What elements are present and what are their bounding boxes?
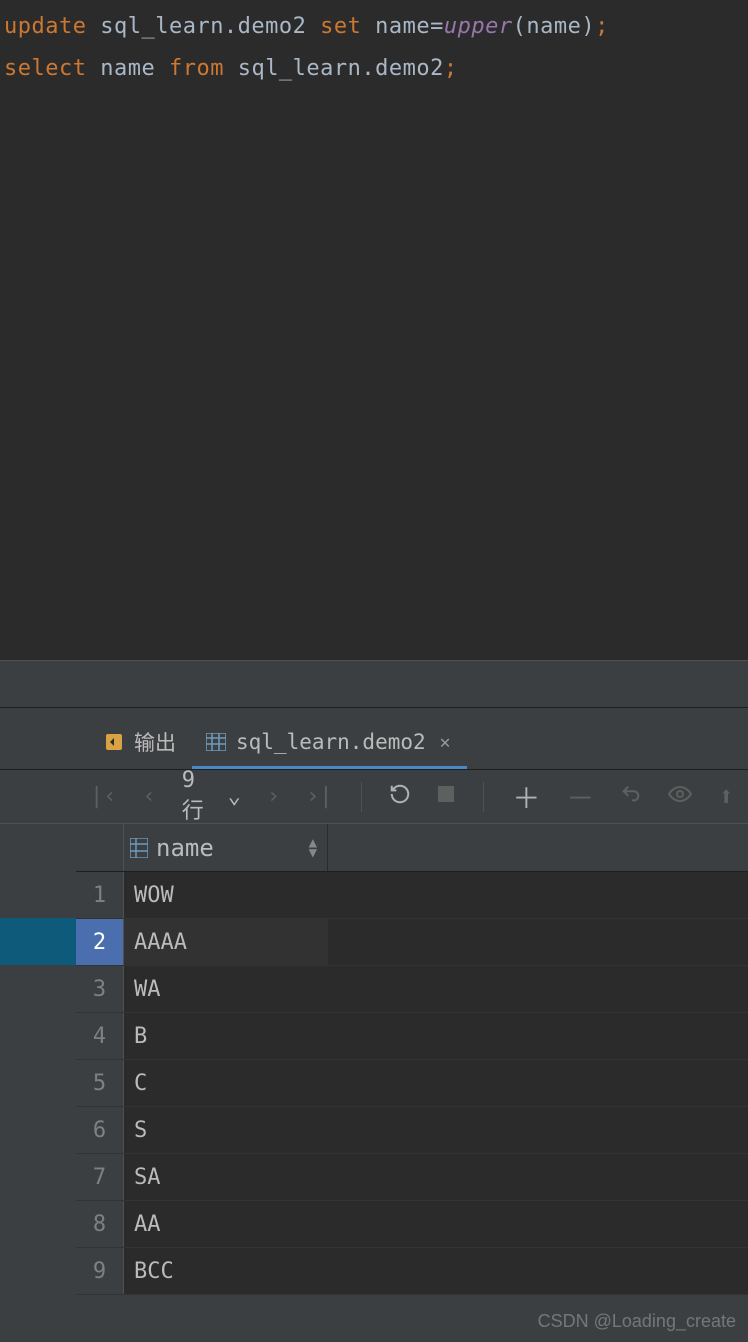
output-icon	[104, 732, 124, 752]
next-page-icon[interactable]: ›	[267, 784, 280, 809]
column-header-name[interactable]: name ▲▼	[124, 824, 328, 871]
data-grid: name ▲▼ 1WOW2AAAA3WA4B5C6S7SA8AA9BCC	[76, 824, 748, 1295]
table-row[interactable]: 9BCC	[76, 1248, 748, 1295]
result-toolbar: |‹ ‹ 9 行 ⌄ › ›| ＋ － ⬆	[76, 770, 748, 824]
close-icon[interactable]: ✕	[440, 732, 451, 753]
tab-output-label: 输出	[134, 727, 176, 757]
grid-body: 1WOW2AAAA3WA4B5C6S7SA8AA9BCC	[76, 872, 748, 1295]
code-line-1[interactable]: update sql_learn.demo2 set name=upper(na…	[4, 6, 744, 48]
row-number[interactable]: 4	[76, 1013, 124, 1059]
keyword-set: set	[320, 14, 361, 39]
row-number[interactable]: 9	[76, 1248, 124, 1294]
cell-name[interactable]: WA	[124, 966, 328, 1012]
table-row[interactable]: 8AA	[76, 1201, 748, 1248]
cell-name[interactable]: AA	[124, 1201, 328, 1247]
cell-name[interactable]: C	[124, 1060, 328, 1106]
table-row[interactable]: 6S	[76, 1107, 748, 1154]
tab-data[interactable]: sql_learn.demo2 ✕	[192, 720, 467, 769]
cell-name[interactable]: SA	[124, 1154, 328, 1200]
cell-name[interactable]: B	[124, 1013, 328, 1059]
panel-gutter	[0, 708, 76, 1342]
code-line-2[interactable]: select name from sql_learn.demo2;	[4, 48, 744, 90]
table-icon	[206, 733, 226, 751]
commit-icon[interactable]: ⬆	[718, 782, 734, 812]
revert-icon[interactable]	[620, 783, 642, 811]
cell-name[interactable]: S	[124, 1107, 328, 1153]
keyword-update: update	[4, 14, 86, 39]
add-row-icon[interactable]: ＋	[512, 777, 540, 817]
cell-name[interactable]: WOW	[124, 872, 328, 918]
reload-icon[interactable]	[389, 783, 411, 811]
keyword-select: select	[4, 56, 86, 81]
toolbar-separator	[361, 782, 362, 812]
sql-editor[interactable]: update sql_learn.demo2 set name=upper(na…	[0, 0, 748, 660]
keyword-from: from	[169, 56, 224, 81]
remove-row-icon[interactable]: －	[566, 777, 594, 817]
function-upper: upper	[444, 14, 513, 39]
panel-divider[interactable]	[0, 660, 748, 708]
column-icon	[130, 838, 148, 858]
first-page-icon[interactable]: |‹	[90, 784, 117, 809]
stop-icon[interactable]	[437, 784, 455, 809]
toolbar-separator	[483, 782, 484, 812]
results-area: 输出 sql_learn.demo2 ✕ |‹ ‹ 9 行 ⌄ › ›|	[76, 708, 748, 1342]
row-number[interactable]: 5	[76, 1060, 124, 1106]
prev-page-icon[interactable]: ‹	[143, 784, 156, 809]
chevron-down-icon: ⌄	[228, 784, 241, 809]
row-number[interactable]: 2	[76, 919, 124, 965]
table-row[interactable]: 4B	[76, 1013, 748, 1060]
results-panel: 输出 sql_learn.demo2 ✕ |‹ ‹ 9 行 ⌄ › ›|	[0, 708, 748, 1342]
row-number[interactable]: 6	[76, 1107, 124, 1153]
row-count-dropdown[interactable]: 9 行 ⌄	[182, 768, 241, 825]
cell-name[interactable]: BCC	[124, 1248, 328, 1294]
preview-icon[interactable]	[668, 784, 692, 809]
table-row[interactable]: 2AAAA	[76, 919, 748, 966]
tab-data-label: sql_learn.demo2	[236, 730, 426, 754]
table-row[interactable]: 5C	[76, 1060, 748, 1107]
grid-header: name ▲▼	[76, 824, 748, 872]
table-row[interactable]: 3WA	[76, 966, 748, 1013]
row-number[interactable]: 8	[76, 1201, 124, 1247]
row-number[interactable]: 7	[76, 1154, 124, 1200]
row-count-label: 9 行	[182, 768, 222, 825]
sort-icon[interactable]: ▲▼	[309, 838, 317, 858]
row-number[interactable]: 3	[76, 966, 124, 1012]
table-row[interactable]: 7SA	[76, 1154, 748, 1201]
result-tabs: 输出 sql_learn.demo2 ✕	[76, 708, 748, 770]
row-number[interactable]: 1	[76, 872, 124, 918]
watermark: CSDN @Loading_create	[538, 1311, 736, 1332]
column-name-label: name	[156, 834, 214, 862]
cell-name[interactable]: AAAA	[124, 919, 328, 965]
last-page-icon[interactable]: ›|	[306, 784, 333, 809]
gutter-active-highlight	[0, 918, 76, 965]
rownum-header[interactable]	[76, 824, 124, 871]
tab-output[interactable]: 输出	[90, 717, 192, 769]
table-row[interactable]: 1WOW	[76, 872, 748, 919]
